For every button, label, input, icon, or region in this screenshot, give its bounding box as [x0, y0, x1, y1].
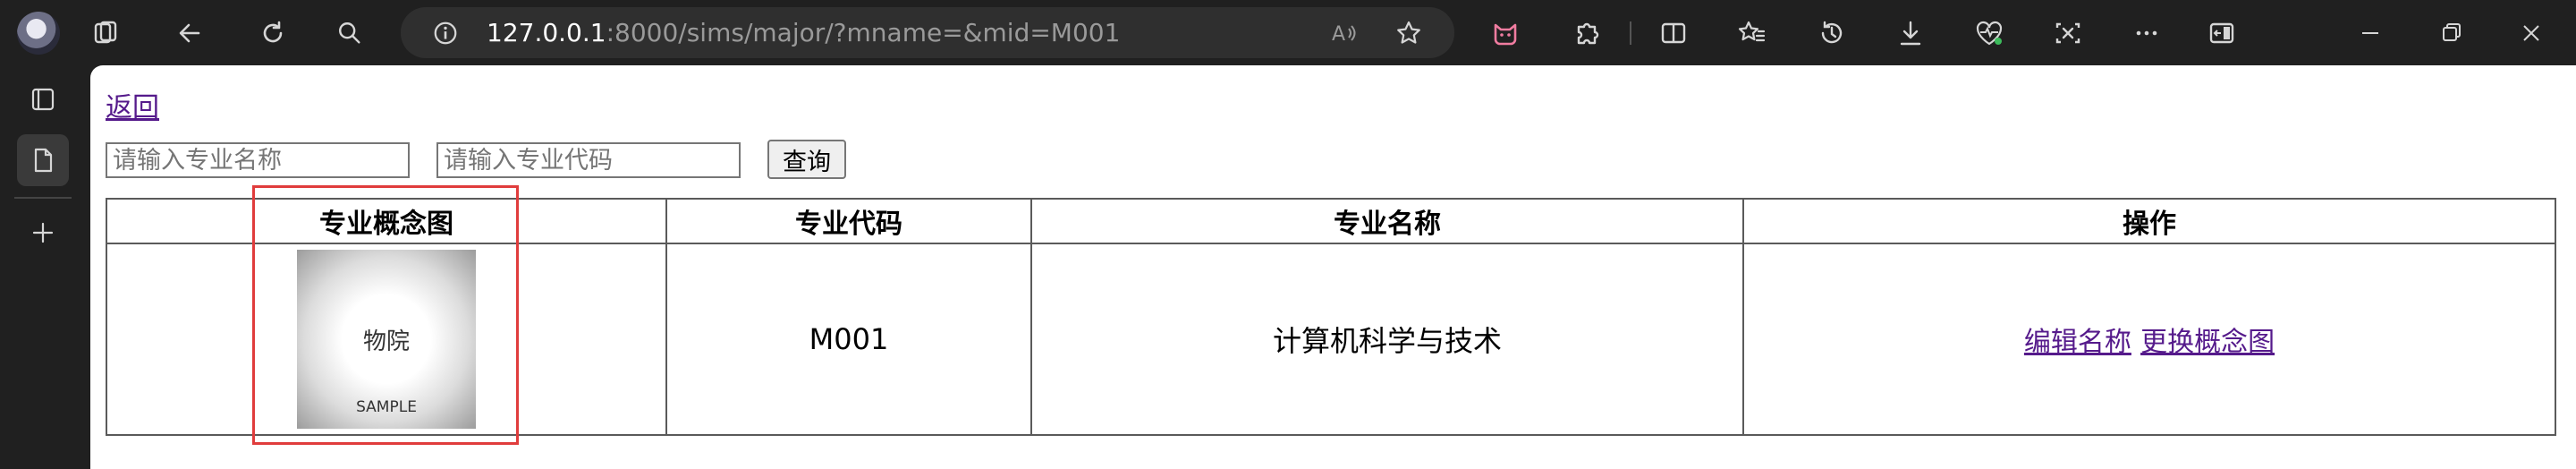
concept-image: 物院 SAMPLE	[297, 250, 476, 429]
browser-toolbar: 127.0.0.1:8000/sims/major/?mname=&mid=M0…	[0, 0, 2576, 65]
back-link[interactable]: 返回	[106, 85, 159, 124]
svg-text:A: A	[1332, 23, 1345, 46]
history-icon[interactable]	[1816, 17, 1848, 49]
actions-cell: 编辑名称 更换概念图	[1742, 243, 2556, 436]
browser-sidebar	[0, 65, 90, 469]
major-code-input[interactable]	[436, 142, 741, 178]
refresh-icon[interactable]	[258, 18, 288, 48]
url-host: 127.0.0.1	[487, 18, 606, 47]
concept-image-watermark: SAMPLE	[356, 398, 417, 416]
sidebar-divider	[14, 197, 72, 199]
address-bar[interactable]: 127.0.0.1:8000/sims/major/?mname=&mid=M0…	[401, 7, 1454, 58]
site-info-icon[interactable]	[431, 19, 460, 47]
favorites-icon[interactable]	[1736, 17, 1768, 49]
sidebar-toggle-icon[interactable]	[2206, 17, 2238, 49]
browser-essentials-icon[interactable]	[1973, 17, 2005, 49]
new-tab-icon[interactable]	[17, 207, 69, 259]
major-table: 专业概念图 专业代码 专业名称 操作 物院 SAMPLE M001 计算机科学与…	[106, 198, 2556, 436]
profile-avatar[interactable]	[17, 12, 60, 55]
header-concept-image: 专业概念图	[106, 198, 667, 244]
header-major-name: 专业名称	[1030, 198, 1744, 244]
search-icon[interactable]	[335, 18, 365, 48]
page-tab-icon[interactable]	[17, 134, 69, 186]
concept-image-text: 物院	[362, 328, 410, 355]
table-row: 物院 SAMPLE M001 计算机科学与技术 编辑名称 更换概念图	[106, 243, 2556, 436]
minimize-icon[interactable]	[2354, 17, 2386, 49]
favorite-star-icon[interactable]	[1394, 18, 1424, 48]
edit-name-link[interactable]: 编辑名称	[2024, 327, 2131, 358]
restore-icon[interactable]	[2436, 17, 2468, 49]
table-header-row: 专业概念图 专业代码 专业名称 操作	[106, 198, 2556, 244]
extensions-icon[interactable]	[1571, 17, 1603, 49]
concept-image-cell: 物院 SAMPLE	[106, 243, 667, 436]
extension-cat-icon[interactable]	[1489, 17, 1521, 49]
toolbar-divider	[1630, 21, 1631, 45]
major-name-cell: 计算机科学与技术	[1030, 243, 1744, 436]
major-name-input[interactable]	[106, 142, 410, 178]
vertical-tabs-icon[interactable]	[17, 73, 69, 125]
back-icon[interactable]	[174, 18, 205, 48]
url-text[interactable]: 127.0.0.1:8000/sims/major/?mname=&mid=M0…	[487, 18, 1120, 47]
split-screen-icon[interactable]	[1657, 17, 1690, 49]
page-content: 返回 查询 专业概念图 专业代码 专业名称 操作 物院 SAMPLE M001	[90, 65, 2576, 469]
major-code-cell: M001	[665, 243, 1032, 436]
header-major-code: 专业代码	[665, 198, 1032, 244]
screenshot-icon[interactable]	[2052, 17, 2084, 49]
tab-actions-icon[interactable]	[91, 18, 122, 48]
query-button[interactable]: 查询	[767, 140, 846, 179]
read-aloud-icon[interactable]: A	[1329, 18, 1360, 48]
header-actions: 操作	[1742, 198, 2556, 244]
url-path: :8000/sims/major/?mname=&mid=M001	[606, 18, 1121, 47]
close-icon[interactable]	[2515, 17, 2547, 49]
more-icon[interactable]	[2131, 17, 2163, 49]
downloads-icon[interactable]	[1894, 17, 1927, 49]
change-image-link[interactable]: 更换概念图	[2140, 327, 2275, 358]
